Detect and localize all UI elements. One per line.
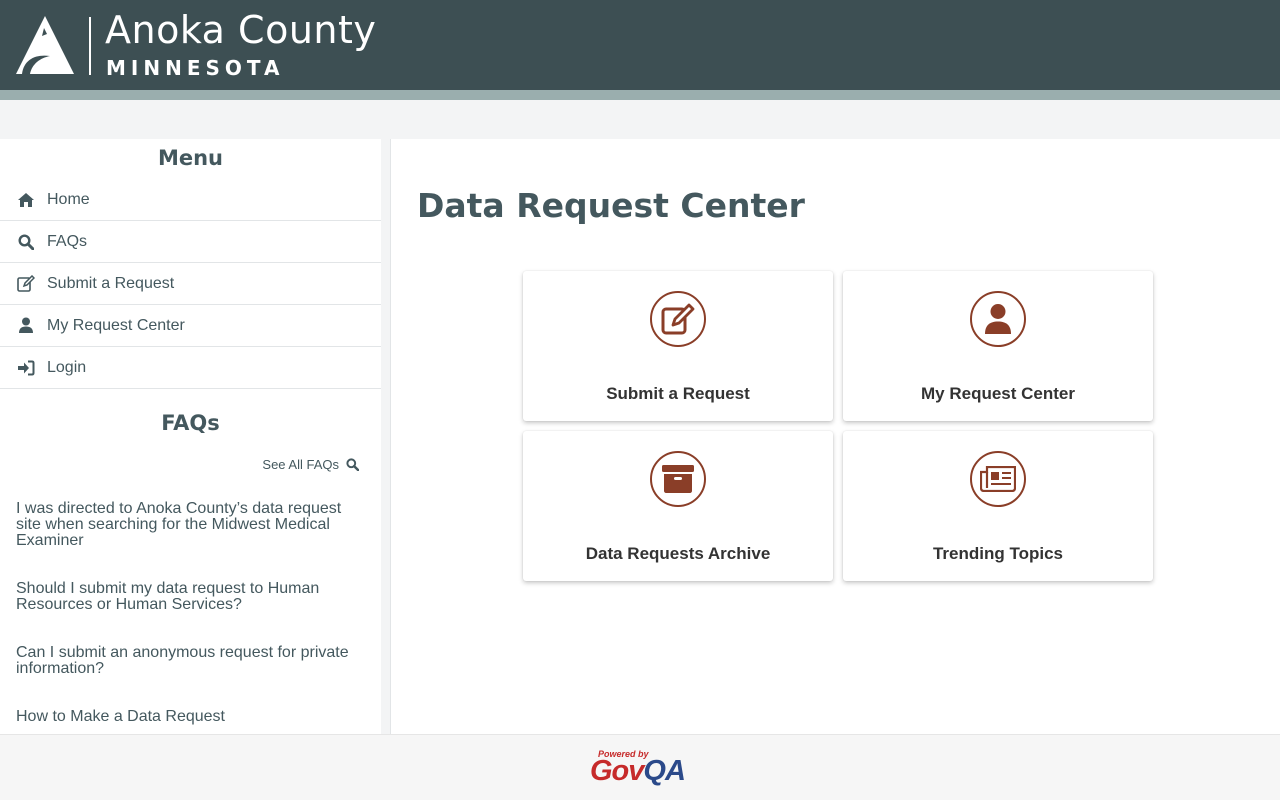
card-label: Submit a Request: [606, 384, 750, 403]
newspaper-icon: [980, 466, 1016, 492]
top-band: [0, 100, 1280, 139]
header-stripe: [0, 90, 1280, 100]
card-label: My Request Center: [921, 384, 1075, 403]
sidebar-item-label: Submit a Request: [47, 274, 175, 292]
sidebar-item-my-request-center[interactable]: My Request Center: [0, 305, 381, 347]
sign-in-icon: [16, 359, 36, 377]
govqa-logo-qa: QA: [643, 755, 685, 787]
my-request-center-card[interactable]: My Request Center: [843, 271, 1153, 421]
menu-heading: Menu: [157, 146, 224, 170]
see-all-faqs-link[interactable]: See All FAQs: [262, 457, 359, 472]
sidebar-item-label: Login: [47, 358, 87, 376]
sidebar-item-home[interactable]: Home: [0, 179, 381, 221]
sidebar-item-label: My Request Center: [47, 316, 185, 334]
card-icon-circle: [650, 451, 706, 507]
card-icon-circle: [650, 291, 706, 347]
mountain-logo-icon[interactable]: [14, 14, 76, 76]
sidebar-item-label: Home: [47, 190, 90, 208]
faq-link[interactable]: I was directed to Anoka County’s data re…: [16, 501, 366, 549]
user-icon: [985, 304, 1011, 334]
govqa-logo-gov: Gov: [590, 755, 644, 787]
card-icon-circle: [970, 291, 1026, 347]
data-requests-archive-card[interactable]: Data Requests Archive: [523, 431, 833, 581]
card-label: Data Requests Archive: [585, 544, 771, 563]
card-label: Trending Topics: [932, 544, 1064, 563]
sidebar-item-faqs[interactable]: FAQs: [0, 221, 381, 263]
faq-link[interactable]: Can I submit an anonymous request for pr…: [16, 645, 366, 677]
sidebar-item-submit-request[interactable]: Submit a Request: [0, 263, 381, 305]
sidebar-item-label: FAQs: [47, 232, 88, 250]
menu-list: Home FAQs Submit a Request My Request Ce…: [0, 179, 381, 389]
faq-link[interactable]: Should I submit my data request to Human…: [16, 581, 366, 613]
logo-divider: [89, 17, 91, 75]
submit-request-card[interactable]: Submit a Request: [523, 271, 833, 421]
faq-list: I was directed to Anoka County’s data re…: [16, 501, 366, 725]
home-icon: [16, 191, 36, 209]
sidebar-divider: [381, 139, 391, 734]
page-title: Data Request Center: [417, 186, 805, 225]
sidebar-item-login[interactable]: Login: [0, 347, 381, 389]
card-icon-circle: [970, 451, 1026, 507]
search-icon: [346, 458, 359, 471]
county-name[interactable]: Anoka County: [105, 8, 376, 52]
site-header: Anoka County MINNESOTA: [0, 0, 1280, 90]
govqa-logo[interactable]: GovQA: [590, 755, 686, 788]
search-icon: [16, 233, 36, 251]
trending-topics-card[interactable]: Trending Topics: [843, 431, 1153, 581]
edit-icon: [16, 275, 36, 293]
edit-icon: [661, 303, 695, 335]
faq-link[interactable]: How to Make a Data Request: [16, 709, 366, 725]
state-name: MINNESOTA: [106, 56, 285, 80]
user-icon: [16, 317, 36, 335]
see-all-faqs-label: See All FAQs: [262, 457, 339, 472]
faq-heading: FAQs: [161, 411, 220, 435]
archive-icon: [662, 465, 694, 493]
footer: Powered by GovQA: [0, 734, 1280, 800]
sidebar: Menu Home FAQs Submit a Request My Reque…: [0, 139, 381, 734]
